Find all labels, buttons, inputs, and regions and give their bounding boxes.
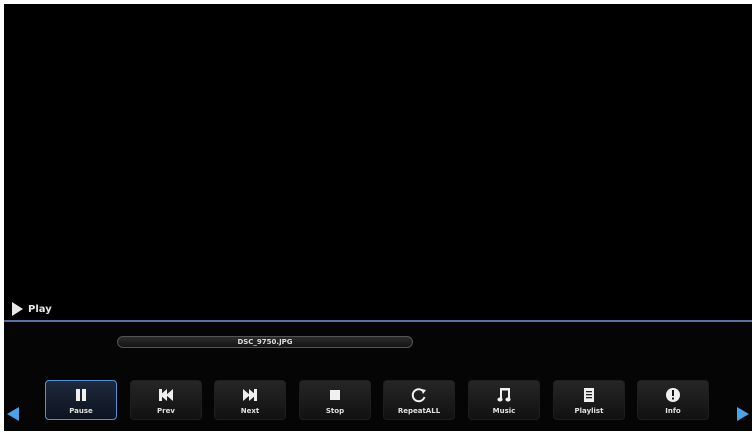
stop-icon <box>300 387 370 403</box>
info-button[interactable]: Info <box>637 380 709 420</box>
prev-button[interactable]: Prev <box>130 380 202 420</box>
file-name-bar: DSC_9750.JPG <box>117 336 413 348</box>
music-button[interactable]: Music <box>468 380 540 420</box>
pause-button[interactable]: Pause <box>45 380 117 420</box>
play-status: Play <box>12 302 52 316</box>
control-bar: DSC_9750.JPG Pause Prev Next Stop Repeat… <box>4 322 752 431</box>
stop-label: Stop <box>325 407 345 415</box>
repeat-all-button[interactable]: RepeatALL <box>383 380 455 420</box>
music-label: Music <box>492 407 516 415</box>
right-arrow-icon[interactable] <box>737 407 749 421</box>
music-note-icon <box>469 387 539 403</box>
info-icon <box>638 387 708 403</box>
play-status-label: Play <box>28 303 52 315</box>
next-button[interactable]: Next <box>214 380 286 420</box>
pause-icon <box>46 387 116 403</box>
prev-label: Prev <box>157 407 175 415</box>
info-label: Info <box>665 407 681 415</box>
playlist-label: Playlist <box>574 407 604 415</box>
play-icon <box>12 302 23 316</box>
stop-button[interactable]: Stop <box>299 380 371 420</box>
playlist-icon <box>554 387 624 403</box>
repeat-icon <box>384 387 454 403</box>
next-label: Next <box>240 407 260 415</box>
player-screen: Play DSC_9750.JPG Pause Prev Next Stop R… <box>4 4 752 431</box>
pause-label: Pause <box>69 407 93 415</box>
playlist-button[interactable]: Playlist <box>553 380 625 420</box>
skip-previous-icon <box>131 387 201 403</box>
left-arrow-icon[interactable] <box>7 407 19 421</box>
repeat-all-label: RepeatALL <box>397 407 441 415</box>
skip-next-icon <box>215 387 285 403</box>
